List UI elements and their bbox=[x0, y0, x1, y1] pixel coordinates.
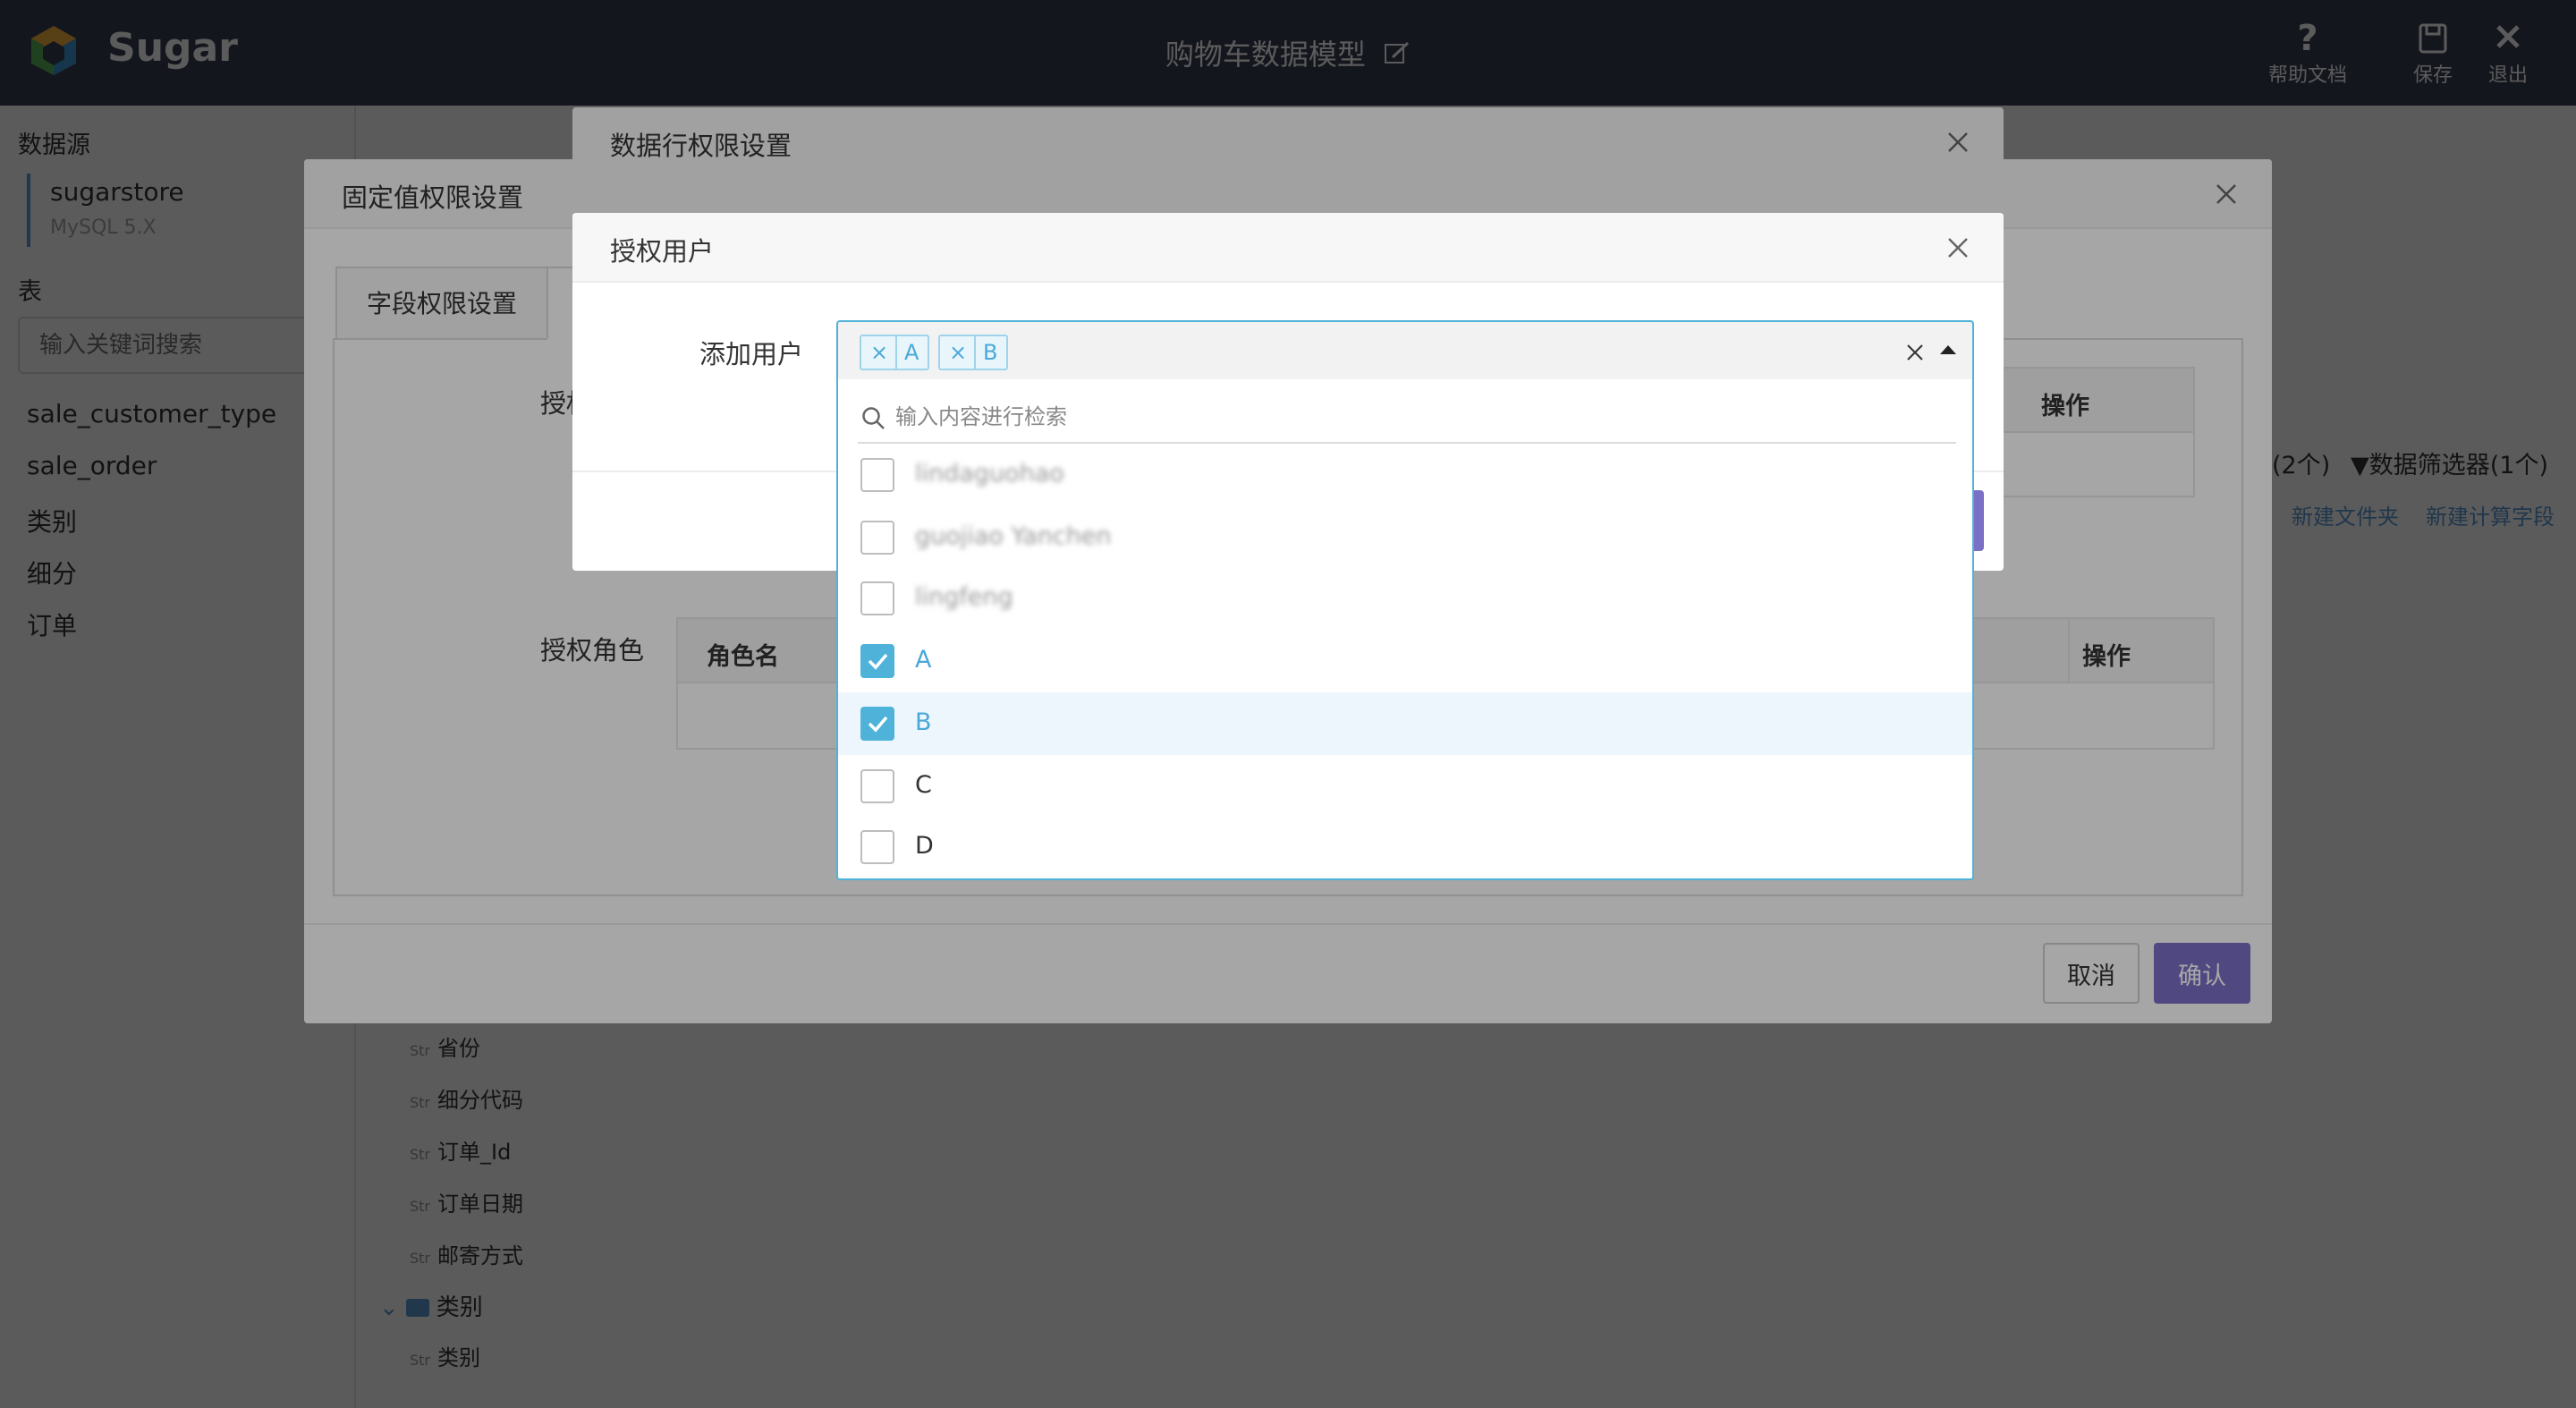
tag-divider bbox=[974, 336, 976, 369]
user-dropdown: lindaguohao guojiao Yanchen lingfeng A B… bbox=[836, 379, 1974, 880]
dropdown-search-input[interactable] bbox=[895, 397, 1933, 437]
add-user-label: 添加用户 bbox=[699, 339, 804, 369]
option-checkbox-checked[interactable] bbox=[860, 707, 894, 741]
remove-tag-icon[interactable]: × bbox=[870, 340, 888, 365]
option-checkbox[interactable] bbox=[860, 769, 894, 803]
check-icon bbox=[868, 716, 888, 733]
check-icon bbox=[868, 653, 888, 670]
dialog-header: 授权用户 bbox=[572, 213, 2004, 283]
tag-label: B bbox=[983, 340, 998, 365]
option-checkbox[interactable] bbox=[860, 521, 894, 555]
option-label: guojiao Yanchen bbox=[915, 522, 1112, 550]
option-checkbox[interactable] bbox=[860, 458, 894, 492]
dialog-title: 授权用户 bbox=[610, 236, 715, 267]
option-checkbox[interactable] bbox=[860, 830, 894, 864]
user-option[interactable]: C bbox=[838, 755, 1972, 818]
selected-user-tag: × B bbox=[938, 335, 1008, 370]
option-label: B bbox=[915, 708, 932, 736]
option-checkbox-checked[interactable] bbox=[860, 644, 894, 678]
option-label: D bbox=[915, 832, 934, 860]
user-option[interactable]: D bbox=[838, 816, 1972, 878]
search-icon bbox=[862, 407, 885, 429]
option-label: lingfeng bbox=[915, 583, 1013, 611]
dropdown-search bbox=[858, 392, 1956, 444]
option-checkbox[interactable] bbox=[860, 581, 894, 615]
user-option[interactable]: lindaguohao bbox=[838, 444, 1972, 506]
selected-user-tag: × A bbox=[860, 335, 929, 370]
option-label: C bbox=[915, 771, 932, 799]
user-option[interactable]: lingfeng bbox=[838, 567, 1972, 630]
option-label: lindaguohao bbox=[915, 460, 1064, 488]
tag-label: A bbox=[904, 340, 919, 365]
user-multi-select[interactable]: × A × B bbox=[836, 320, 1974, 381]
user-option[interactable]: guojiao Yanchen bbox=[838, 506, 1972, 569]
user-option[interactable]: B bbox=[838, 692, 1972, 755]
caret-up-icon[interactable] bbox=[1940, 345, 1956, 354]
option-label: A bbox=[915, 646, 932, 674]
user-option[interactable]: A bbox=[838, 630, 1972, 692]
close-icon[interactable] bbox=[1943, 233, 1973, 263]
remove-tag-icon[interactable]: × bbox=[949, 340, 967, 365]
clear-icon[interactable] bbox=[1904, 342, 1926, 363]
tag-divider bbox=[895, 336, 897, 369]
